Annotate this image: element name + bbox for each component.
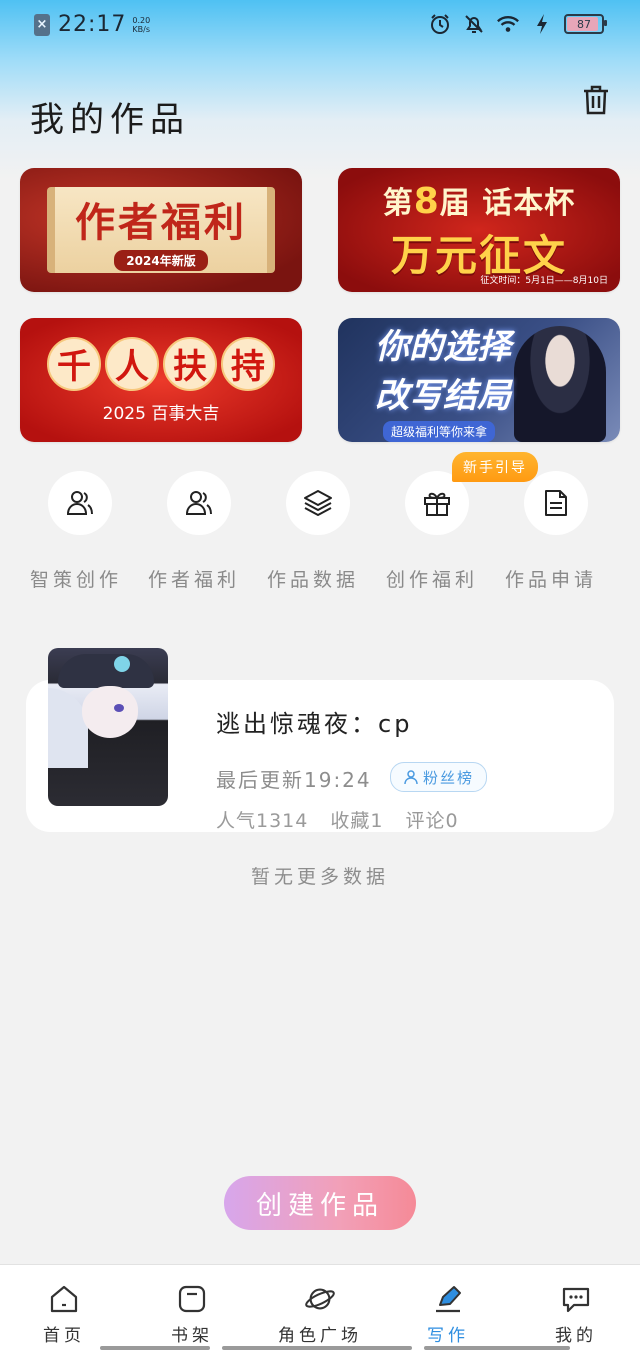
stat-comments: 评论0 [405,810,459,832]
bottom-tab-bar: 首页 书架 角色广场 写作 我的 [0,1264,640,1352]
author-welfare-button[interactable] [167,471,231,535]
tab-writing[interactable]: 写作 [393,1283,503,1346]
tab-character-plaza[interactable]: 角色广场 [265,1283,375,1346]
tab-writing-label: 写作 [427,1326,469,1346]
stat-popularity: 人气1314 [216,810,309,832]
work-title[interactable]: 逃出惊魂夜：cp [216,704,412,739]
person-icon [66,491,93,515]
create-work-button[interactable]: 创建作品 [224,1176,416,1230]
network-speed: 0.20 KB/s [132,16,150,34]
work-cover-image[interactable] [48,648,168,806]
fan-ranking-button[interactable]: 粉丝榜 [390,762,488,792]
trash-icon [584,85,608,115]
banner-choice[interactable]: 你的选择 改写结局 超级福利等你来拿 [338,318,620,442]
smart-create-button[interactable] [48,471,112,535]
chat-bubble-icon [560,1283,592,1315]
layers-icon [304,490,332,516]
gift-icon [424,492,450,516]
tool-label-work-data: 作品数据 [267,569,360,591]
home-icon [48,1283,80,1315]
work-apply-button[interactable] [524,471,588,535]
banner-author-welfare[interactable]: 作者福利 2024年新版 [20,168,302,292]
document-icon [545,490,567,516]
delete-button[interactable] [578,82,614,118]
tab-mine[interactable]: 我的 [521,1283,631,1346]
scroll-indicator [424,1346,570,1350]
tab-character-plaza-label: 角色广场 [278,1326,362,1346]
network-speed-unit: KB/s [132,24,151,34]
pen-icon [432,1283,464,1315]
banner-support-title: 千 人 扶 持 [47,336,275,391]
scroll-indicator [222,1346,412,1350]
tab-mine-label: 我的 [555,1326,597,1346]
wifi-icon [496,12,520,36]
tab-home-label: 首页 [43,1326,85,1346]
banner-title: 作者福利 [75,199,247,246]
no-sim-icon: × [34,13,50,36]
no-more-data-text: 暂无更多数据 [250,866,389,888]
newbie-guide-badge[interactable]: 新手引导 [452,452,538,482]
banner-choice-tag: 超级福利等你来拿 [382,420,495,442]
work-data-button[interactable] [286,471,350,535]
tab-bookshelf[interactable]: 书架 [137,1283,247,1346]
banner-scroll: 作者福利 2024年新版 [47,187,275,273]
work-last-updated: 最后更新19:24 [216,768,372,792]
battery-icon: 87 [564,14,607,34]
stat-favorites: 收藏1 [330,810,384,832]
people-icon [185,491,212,515]
banner-support[interactable]: 千 人 扶 持 2025 百事大吉 [20,318,302,442]
banner-subtitle: 2024年新版 [114,249,208,271]
battery-level: 87 [577,17,591,31]
tool-label-smart-create: 智策创作 [30,569,123,591]
banner-character-illustration [514,326,606,442]
network-speed-value: 0.20 [132,15,151,25]
status-bar: × 22:17 0.20 KB/s 87 [0,0,640,52]
mute-bell-icon [462,12,486,36]
page-title: 我的作品 [30,100,190,140]
tab-home[interactable]: 首页 [9,1283,119,1346]
user-icon [404,770,418,785]
banner-choice-line2: 改写结局 [375,375,511,416]
bookshelf-icon [176,1283,208,1315]
banner-contest-title: 第8届 话本杯 [382,180,576,222]
tool-label-author-welfare: 作者福利 [148,569,241,591]
work-stats: 人气1314 收藏1 评论0 [216,806,459,833]
planet-icon [304,1283,336,1315]
scroll-indicator [100,1346,210,1350]
status-time: 22:17 [58,12,127,37]
fan-ranking-label: 粉丝榜 [423,768,475,787]
banner-writing-contest[interactable]: 第8届 话本杯 万元征文 征文时间：5月1日——8月10日 [338,168,620,292]
charging-icon [530,12,554,36]
alarm-icon [428,12,452,36]
tool-label-creation-welfare: 创作福利 [386,569,479,591]
banner-contest-dates: 征文时间：5月1日——8月10日 [480,276,608,286]
banner-choice-line1: 你的选择 [375,326,511,367]
banner-support-subtitle: 2025 百事大吉 [102,403,220,424]
tool-label-work-apply: 作品申请 [505,569,598,591]
tab-bookshelf-label: 书架 [171,1326,213,1346]
